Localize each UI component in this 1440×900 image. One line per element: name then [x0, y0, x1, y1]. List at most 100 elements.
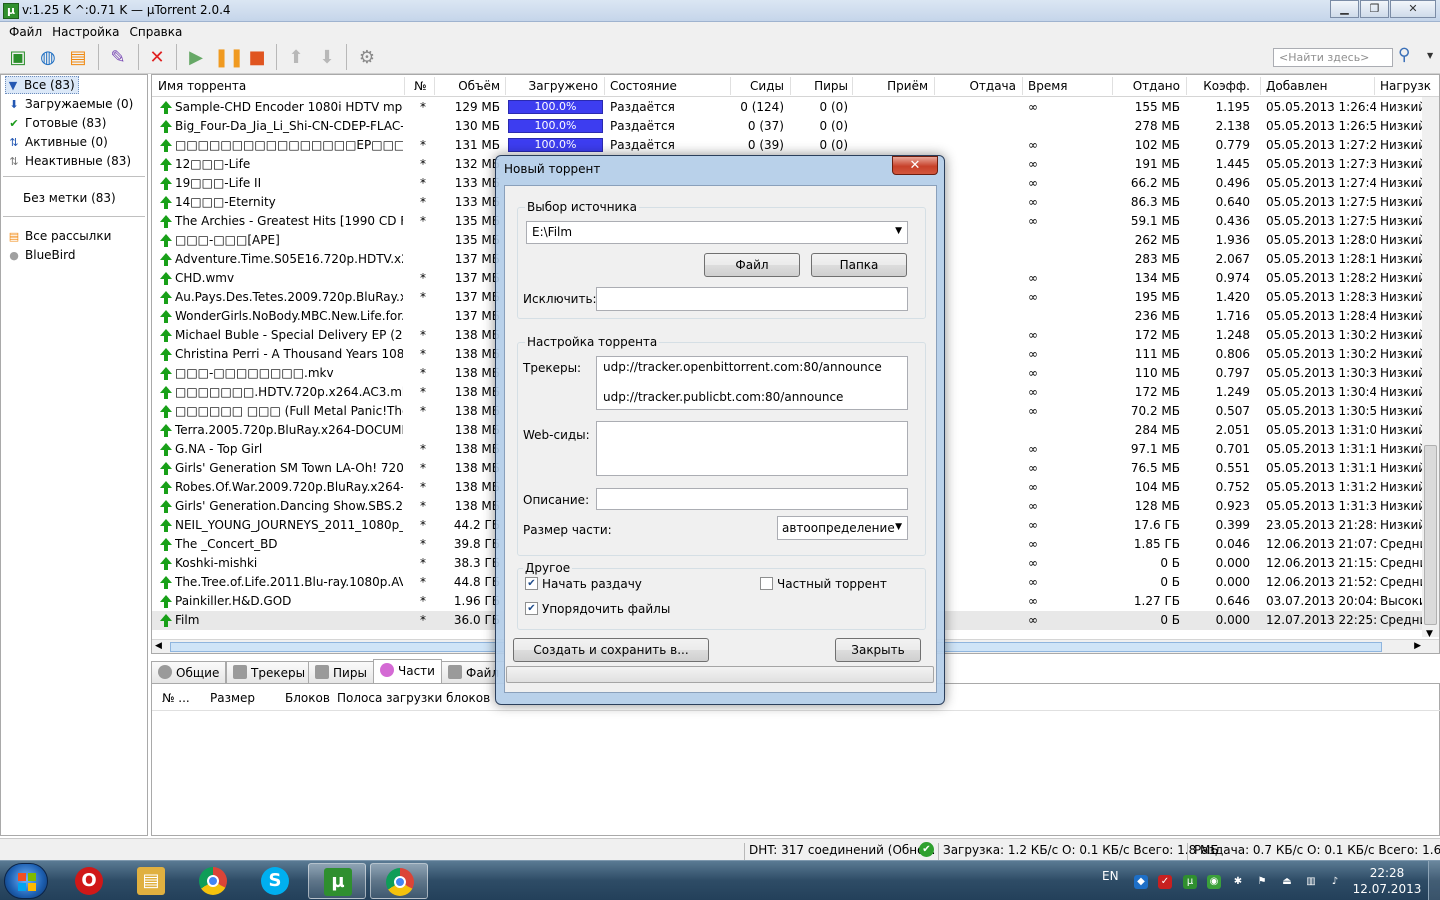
column-header-priority[interactable]: Нагрузк	[1380, 79, 1431, 93]
create-torrent-wand-icon[interactable]: ✎	[106, 46, 130, 70]
create-and-save-button[interactable]: Создать и сохранить в...	[513, 638, 709, 662]
upload-status[interactable]: Раздача: 0.7 КБ/с О: 0.1 КБ/с Всего: 1.6…	[1194, 843, 1440, 857]
cell-added: 12.07.2013 22:25:22	[1266, 613, 1376, 627]
column-header-added[interactable]: Добавлен	[1266, 79, 1327, 93]
seeding-arrow-icon	[160, 424, 172, 437]
tray-network-app-icon[interactable]: ◉	[1207, 875, 1221, 889]
chevron-down-icon[interactable]: ▼	[1427, 51, 1433, 60]
private-torrent-checkbox[interactable]	[760, 577, 773, 590]
sidebar-item-bluebird[interactable]: ● BlueBird	[7, 246, 75, 264]
network-ok-icon[interactable]: ✔	[919, 842, 934, 857]
tray-antivirus-icon[interactable]: ✓	[1158, 875, 1172, 889]
select-file-button[interactable]: Файл	[704, 253, 800, 277]
taskbar-chrome[interactable]	[184, 863, 242, 899]
stop-icon[interactable]: ■	[245, 46, 269, 70]
tab-general[interactable]: Общие	[151, 661, 227, 683]
scroll-down-icon[interactable]: ▼	[1426, 629, 1433, 639]
tab-trackers[interactable]: Трекеры	[226, 661, 313, 683]
torrent-row[interactable]: □□□□□□□□□□□□□□□□EP□□□□□□□ 100.0% * 131 МБ Ра…	[152, 136, 1439, 155]
add-torrent-icon[interactable]: ▣	[6, 46, 30, 70]
scroll-left-icon[interactable]: ◀	[155, 641, 162, 651]
add-url-icon[interactable]: ◍	[36, 46, 60, 70]
exclude-input[interactable]	[596, 287, 908, 311]
sidebar-item-downloading[interactable]: ⬇ Загружаемые (0)	[7, 95, 133, 113]
taskbar-explorer[interactable]: ▤	[122, 863, 180, 899]
network-icon[interactable]: ▥	[1304, 875, 1318, 889]
column-header-seeds[interactable]: Сиды	[732, 79, 784, 93]
taskbar-chrome-second[interactable]	[370, 863, 428, 899]
scrollbar-thumb[interactable]	[1424, 445, 1437, 625]
menu-help[interactable]: Справка	[124, 25, 187, 39]
tray-utorrent-icon[interactable]: µ	[1183, 875, 1197, 889]
menu-settings[interactable]: Настройка	[47, 25, 124, 39]
scroll-right-icon[interactable]: ▶	[1414, 641, 1421, 651]
source-combo[interactable]: E:\Film ▼	[526, 221, 908, 244]
sidebar-item-no-label[interactable]: Без метки (83)	[23, 189, 116, 207]
taskbar-opera[interactable]: O	[60, 863, 118, 899]
gear-icon[interactable]: ⚙	[355, 46, 379, 70]
close-window-button[interactable]: ✕	[1390, 0, 1436, 18]
column-header-size[interactable]: Объём	[440, 79, 500, 93]
column-header-done[interactable]: Загружено	[506, 79, 598, 93]
dht-status[interactable]: DHT: 317 соединений (Обнов.	[749, 843, 935, 857]
dialog-close-button[interactable]: ✕	[892, 156, 938, 175]
sidebar-item-all[interactable]: ▼ Все (83)	[5, 76, 79, 94]
minimize-button[interactable]: ▁	[1330, 0, 1359, 18]
cell-added: 05.05.2013 1:30:45	[1266, 385, 1376, 399]
column-header-peers[interactable]: Пиры	[792, 79, 848, 93]
tab-peers[interactable]: Пиры	[308, 661, 374, 683]
column-header-name[interactable]: Имя торрента	[158, 79, 246, 93]
search-icon[interactable]: ⚲	[1398, 45, 1422, 69]
column-header-piece-size[interactable]: Размер	[210, 691, 255, 705]
start-seeding-checkbox[interactable]: ✔	[525, 577, 538, 590]
piece-size-select[interactable]: автоопределение ▼	[777, 516, 908, 540]
pause-icon[interactable]: ❚❚	[214, 46, 244, 70]
cell-name: □□□□□□□□□□□□□□□□EP□□□□□□□	[175, 138, 403, 152]
vertical-scrollbar[interactable]: ▼	[1422, 97, 1439, 639]
taskbar-skype[interactable]: S	[246, 863, 304, 899]
taskbar-utorrent[interactable]: µ	[308, 863, 366, 899]
column-header-status[interactable]: Состояние	[610, 79, 677, 93]
show-desktop-button[interactable]	[1428, 861, 1440, 900]
start-icon[interactable]: ▶	[184, 46, 208, 70]
column-header-piece-number[interactable]: № ...	[162, 691, 190, 705]
remove-icon[interactable]: ✕	[145, 46, 169, 70]
add-rss-icon[interactable]: ▤	[66, 46, 90, 70]
safely-remove-icon[interactable]: ⏏	[1280, 875, 1294, 889]
column-header-up-speed[interactable]: Отдача	[936, 79, 1016, 93]
bluetooth-icon[interactable]: ✱	[1231, 875, 1245, 889]
action-center-flag-icon[interactable]: ⚑	[1255, 875, 1269, 889]
description-input[interactable]	[596, 488, 908, 510]
cell-eta: ∞	[1028, 385, 1038, 399]
move-up-icon[interactable]: ⬆	[284, 46, 308, 70]
system-clock[interactable]: 22:28 12.07.2013	[1352, 865, 1422, 897]
move-down-icon[interactable]: ⬇	[315, 46, 339, 70]
volume-icon[interactable]: ♪	[1328, 875, 1342, 889]
preserve-order-checkbox[interactable]: ✔	[525, 602, 538, 615]
column-header-block-bar[interactable]: Полоса загрузки блоков	[337, 691, 490, 705]
column-header-ratio[interactable]: Коэфф.	[1188, 79, 1250, 93]
sidebar-item-inactive[interactable]: ⇅ Неактивные (83)	[7, 152, 131, 170]
column-header-number[interactable]: №	[414, 79, 426, 93]
close-dialog-button[interactable]: Закрыть	[835, 638, 921, 662]
language-indicator[interactable]: EN	[1102, 869, 1119, 883]
column-header-blocks[interactable]: Блоков	[285, 691, 330, 705]
start-button[interactable]	[4, 863, 48, 899]
webseeds-textarea[interactable]	[596, 421, 908, 476]
trackers-textarea[interactable]: udp://tracker.openbittorrent.com:80/anno…	[596, 356, 908, 410]
search-input[interactable]: <Найти здесь>	[1273, 48, 1393, 67]
torrent-row[interactable]: Sample-CHD Encoder 1080i HDTV mpeg... 100…	[152, 98, 1439, 117]
tab-pieces[interactable]: Части	[373, 659, 442, 683]
sidebar-item-completed[interactable]: ✔ Готовые (83)	[7, 114, 106, 132]
column-header-eta[interactable]: Время	[1028, 79, 1068, 93]
menu-file[interactable]: Файл	[4, 25, 47, 39]
maximize-button[interactable]: ❐	[1360, 0, 1389, 18]
download-status[interactable]: Загрузка: 1.2 КБ/с О: 0.1 КБ/с Всего: 1.…	[943, 843, 1219, 857]
tray-app-icon[interactable]: ◆	[1134, 875, 1148, 889]
torrent-row[interactable]: Big_Four-Da_Jia_Li_Shi-CN-CDEP-FLAC-... 1…	[152, 117, 1439, 136]
sidebar-item-all-feeds[interactable]: ▤ Все рассылки	[7, 227, 112, 245]
sidebar-item-active[interactable]: ⇅ Активные (0)	[7, 133, 107, 151]
column-header-uploaded[interactable]: Отдано	[1114, 79, 1180, 93]
column-header-down-speed[interactable]: Приём	[854, 79, 928, 93]
select-folder-button[interactable]: Папка	[811, 253, 907, 277]
